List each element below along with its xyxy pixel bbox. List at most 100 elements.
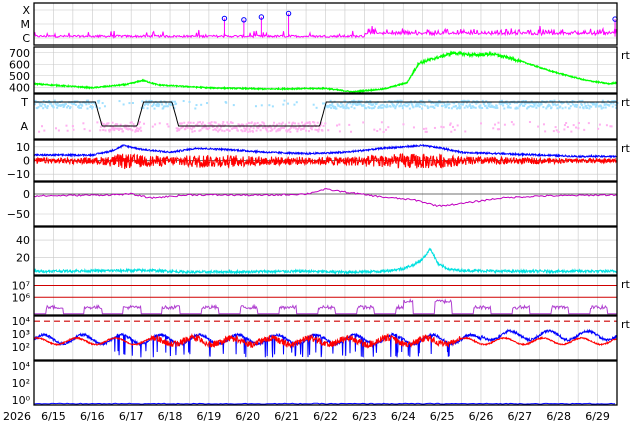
polarity-point	[73, 102, 76, 105]
polarity-point	[108, 130, 111, 133]
polarity-point	[99, 125, 102, 128]
polarity-point	[565, 122, 568, 125]
polarity-point	[127, 128, 130, 131]
x-tick-label: 6/29	[585, 410, 610, 423]
polarity-point	[175, 102, 178, 105]
polarity-point	[389, 105, 392, 108]
polarity-point	[568, 107, 571, 110]
polarity-point	[235, 127, 238, 130]
polarity-point	[550, 106, 553, 109]
polarity-point	[219, 128, 222, 131]
polarity-point	[192, 121, 195, 124]
polarity-point	[53, 99, 56, 102]
polarity-point	[140, 129, 143, 132]
polarity-point	[342, 106, 345, 109]
polarity-point	[116, 123, 119, 126]
x-tick-label: 6/15	[41, 410, 66, 423]
polarity-point	[567, 102, 570, 105]
polarity-point	[290, 126, 293, 129]
polarity-point	[118, 100, 121, 103]
polarity-point	[186, 126, 189, 129]
polarity-point	[566, 126, 569, 129]
polarity-point	[273, 121, 276, 124]
polarity-point	[83, 128, 86, 131]
polarity-point	[353, 107, 356, 110]
x-tick-label: 6/18	[158, 410, 183, 423]
polarity-point	[419, 102, 422, 105]
panel-right-mark: rt	[621, 49, 631, 62]
polarity-point	[188, 100, 191, 103]
polarity-point	[201, 121, 204, 124]
polarity-point	[142, 107, 145, 110]
polarity-point	[382, 130, 385, 133]
polarity-point	[602, 106, 605, 109]
space-weather-chart: X M C 700 600 500 400 T A 10 0 −10 0 −50 40 20 10⁷ 10⁶ 10⁴…	[0, 0, 634, 424]
polarity-point	[475, 102, 478, 105]
polarity-point	[379, 128, 382, 131]
polarity-point	[162, 107, 165, 110]
polarity-point	[322, 124, 325, 127]
polarity-point	[102, 123, 105, 126]
x-tick-label: 6/19	[197, 410, 222, 423]
y-tick-label: C	[22, 32, 30, 45]
polarity-point	[301, 121, 304, 124]
polarity-point	[54, 127, 57, 130]
polarity-point	[270, 126, 273, 129]
polarity-point	[191, 130, 194, 133]
polarity-point	[37, 106, 40, 109]
polarity-point	[101, 102, 104, 105]
polarity-point	[548, 104, 551, 107]
polarity-point	[216, 126, 219, 129]
panel-right-mark: rt	[621, 318, 631, 331]
polarity-point	[281, 121, 284, 124]
y-tick-label: 0	[23, 155, 30, 168]
polarity-point	[189, 121, 192, 124]
polarity-point	[379, 104, 382, 107]
polarity-point	[141, 100, 144, 103]
polarity-point	[260, 104, 263, 107]
polarity-point	[184, 127, 187, 130]
polarity-point	[78, 106, 81, 109]
polarity-point	[461, 103, 464, 106]
polarity-point	[583, 102, 586, 105]
polarity-point	[433, 126, 436, 129]
polarity-point	[155, 104, 158, 107]
polarity-point	[195, 104, 198, 107]
polarity-point	[542, 123, 545, 126]
polarity-point	[321, 129, 324, 132]
polarity-point	[368, 107, 371, 110]
polarity-point	[120, 128, 123, 131]
polarity-point	[323, 102, 326, 105]
polarity-point	[292, 121, 295, 124]
y-tick-label: 20	[16, 252, 30, 265]
polarity-point	[85, 103, 88, 106]
polarity-point	[296, 130, 299, 133]
polarity-point	[506, 102, 509, 105]
polarity-point	[130, 121, 133, 124]
polarity-point	[205, 102, 208, 105]
polarity-point	[503, 123, 506, 126]
polarity-point	[208, 127, 211, 130]
polarity-point	[77, 104, 80, 107]
polarity-point	[608, 104, 611, 107]
polarity-point	[555, 104, 558, 107]
polarity-point	[584, 105, 587, 108]
polarity-point	[193, 126, 196, 129]
polarity-point	[498, 128, 501, 131]
x-tick-label: 6/25	[430, 410, 455, 423]
polarity-point	[441, 104, 444, 107]
polarity-point	[161, 103, 164, 106]
polarity-point	[71, 102, 74, 105]
polarity-point	[443, 104, 446, 107]
x-tick-label: 6/24	[391, 410, 416, 423]
polarity-point	[407, 103, 410, 106]
polarity-point	[246, 126, 249, 129]
polarity-point	[421, 107, 424, 110]
polarity-point	[194, 107, 197, 110]
polarity-point	[308, 121, 311, 124]
polarity-point	[496, 106, 499, 109]
polarity-point	[463, 106, 466, 109]
x-year-label: 2026	[3, 410, 31, 423]
polarity-point	[429, 105, 432, 108]
polarity-point	[588, 107, 591, 110]
